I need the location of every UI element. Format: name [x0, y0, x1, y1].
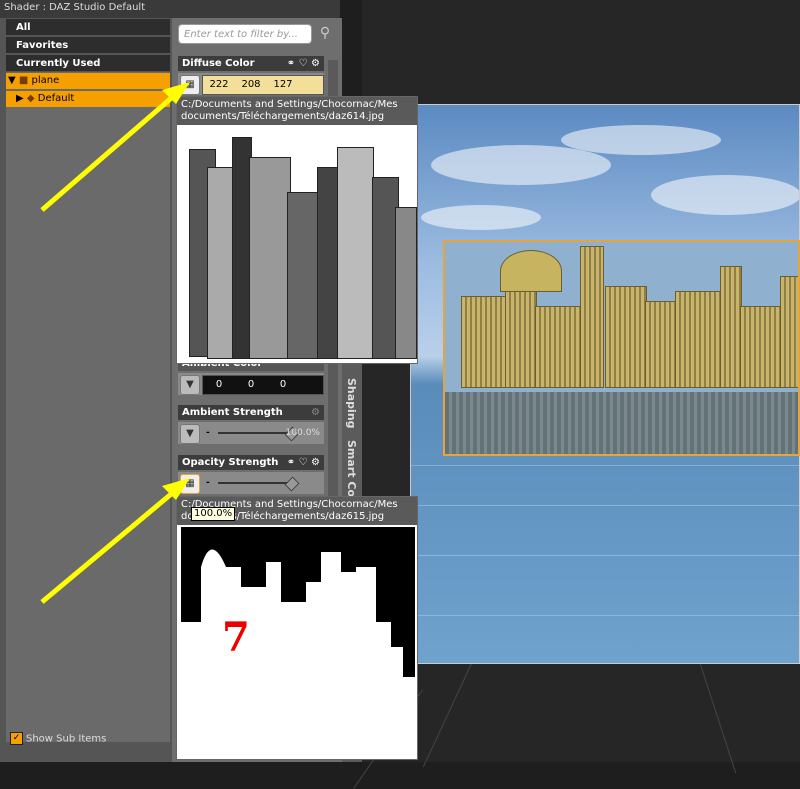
gear-icon[interactable]: ⚙ — [311, 407, 320, 418]
diffuse-color-header: Diffuse Color ⚭ ♡ ⚙ — [178, 56, 324, 71]
map-dropdown-button[interactable]: ▼ — [180, 424, 200, 444]
red-value[interactable]: 0 — [203, 376, 235, 394]
shader-tree — [6, 72, 170, 742]
texture-path: C:/Documents and Settings/Chocornac/Mes … — [177, 97, 417, 125]
gear-icon[interactable]: ⚙ — [311, 457, 320, 468]
show-sub-items-label: Show Sub Items — [26, 733, 107, 745]
category-all[interactable]: All — [6, 19, 170, 36]
green-value[interactable]: 0 — [235, 376, 267, 394]
value-tooltip: 100.0% — [191, 507, 236, 521]
filter-input[interactable]: Enter text to filter by... — [178, 24, 312, 44]
ambient-strength-header: Ambient Strength ⚙ — [178, 405, 324, 420]
diffuse-texture-preview: C:/Documents and Settings/Chocornac/Mes … — [176, 96, 418, 364]
window-title: Shader : DAZ Studio Default — [0, 0, 340, 18]
category-favorites[interactable]: Favorites — [6, 37, 170, 54]
heart-icon[interactable]: ♡ — [299, 457, 308, 468]
opacity-mask-image — [181, 527, 415, 755]
expand-arrow-icon[interactable]: ▼ — [8, 75, 16, 86]
opacity-strength-header: Opacity Strength ⚭ ♡ ⚙ — [178, 455, 324, 470]
opacity-strength-slider[interactable]: - — [202, 474, 322, 492]
cube-icon: ■ — [18, 75, 29, 86]
gear-icon[interactable]: ⚙ — [311, 58, 320, 69]
tree-item-plane[interactable]: ▼ ■ plane — [6, 73, 170, 89]
red-value[interactable]: 222 — [203, 76, 235, 94]
texture-map-button[interactable]: ▦ — [180, 75, 200, 95]
property-label: Ambient Strength — [182, 407, 283, 418]
ambient-strength-slider[interactable]: - 100.0% — [202, 424, 322, 442]
heart-icon[interactable]: ♡ — [299, 58, 308, 69]
blue-value[interactable]: 0 — [267, 376, 299, 394]
ambient-color-value[interactable]: 000 — [202, 375, 324, 395]
link-icon[interactable]: ⚭ — [287, 457, 295, 468]
property-label: Opacity Strength — [182, 457, 279, 468]
green-value[interactable]: 208 — [235, 76, 267, 94]
category-currently-used[interactable]: Currently Used — [6, 55, 170, 72]
ambient-color-row: ▼ 000 — [178, 373, 324, 395]
blue-value[interactable]: 127 — [267, 76, 299, 94]
slider-value: 100.0% — [285, 428, 320, 438]
material-icon: ◆ — [26, 93, 35, 104]
diffuse-color-row: ▦ 222 208 127 — [178, 73, 324, 95]
opacity-texture-preview: C:/Documents and Settings/Chocornac/Mes … — [176, 496, 418, 760]
tab-shaping[interactable]: Shaping — [345, 378, 358, 429]
ambient-strength-row: ▼ - 100.0% — [178, 422, 324, 444]
map-dropdown-button[interactable]: ▼ — [180, 375, 200, 395]
annotation-number: 7 — [222, 614, 250, 661]
search-icon[interactable]: ⚲ — [316, 25, 334, 43]
expand-arrow-icon[interactable]: ▶ — [16, 93, 24, 104]
texture-map-button[interactable]: ▦ — [180, 474, 200, 494]
checkbox-check-icon[interactable]: ✓ — [10, 732, 23, 745]
slider-knob[interactable] — [284, 476, 300, 492]
tree-item-default[interactable]: ▶ ◆ Default — [6, 91, 170, 107]
diffuse-color-value[interactable]: 222 208 127 — [202, 75, 324, 95]
opacity-strength-row: ▦ - — [178, 472, 324, 494]
tree-item-label: Default — [37, 93, 75, 104]
selected-plane-object[interactable] — [443, 240, 800, 456]
show-sub-items-checkbox[interactable]: ✓ Show Sub Items — [10, 732, 106, 745]
link-icon[interactable]: ⚭ — [287, 58, 295, 69]
tree-item-label: plane — [31, 75, 60, 86]
property-label: Diffuse Color — [182, 58, 255, 69]
